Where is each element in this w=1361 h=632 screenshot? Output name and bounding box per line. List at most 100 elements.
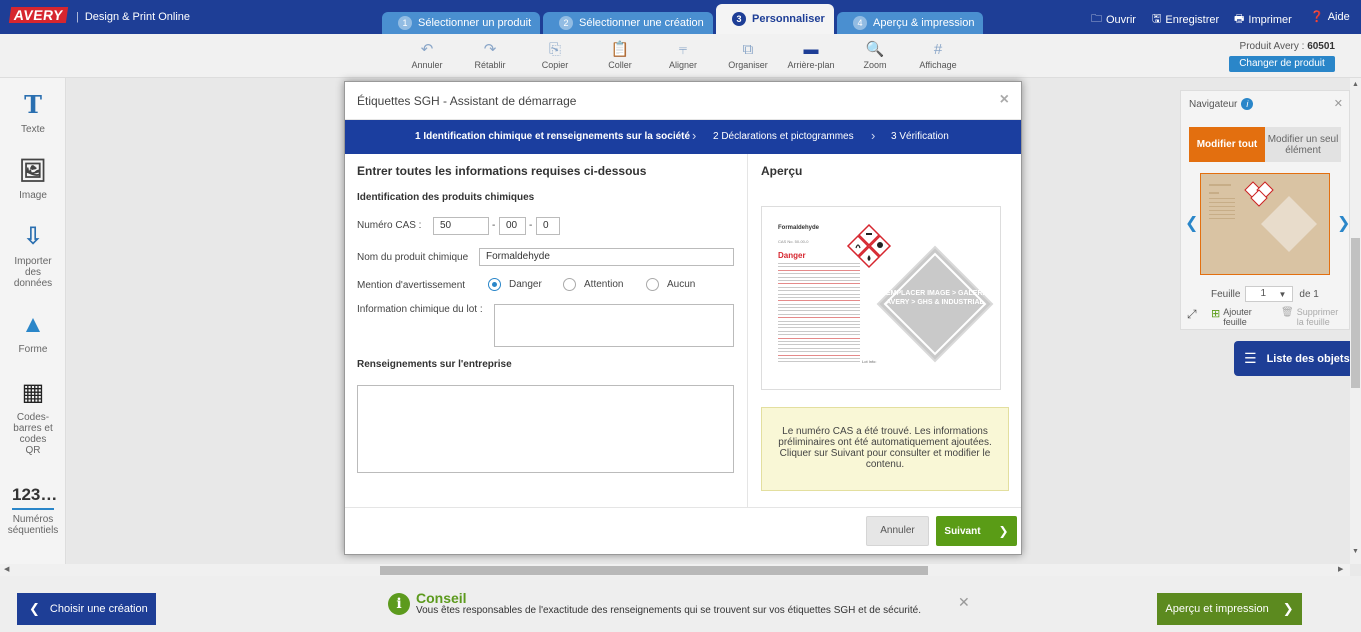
product-name-input[interactable]: Formaldehyde <box>479 248 734 266</box>
ghs-wizard-dialog: Étiquettes SGH - Assistant de démarrage … <box>344 81 1022 555</box>
wizard-step-identification[interactable]: 1 Identification chimique et renseigneme… <box>415 131 690 142</box>
change-product-button[interactable]: Changer de produit <box>1229 56 1335 72</box>
add-sheet-button[interactable]: ⊞ Ajouter feuille <box>1211 307 1257 327</box>
import-data-icon: ⇩ <box>22 223 44 250</box>
cas-part3-input[interactable]: 0 <box>536 217 560 235</box>
cancel-button[interactable]: Annuler <box>866 516 929 546</box>
dialog-title: Étiquettes SGH - Assistant de démarrage <box>357 94 577 108</box>
avery-logo[interactable]: AVERY <box>8 7 69 23</box>
dialog-header: Étiquettes SGH - Assistant de démarrage … <box>345 82 1021 120</box>
background-button[interactable]: ▬ Arrière-plan <box>781 40 841 70</box>
numbers-icon: 123… <box>12 480 57 510</box>
close-icon[interactable]: ✕ <box>1334 97 1343 110</box>
wizard-step-verification[interactable]: 3 Vérification <box>891 131 949 142</box>
sequential-numbers-tool[interactable]: 123… Numéros séquentiels <box>0 480 66 536</box>
company-section-heading: Renseignements sur l'entreprise <box>357 359 512 370</box>
lot-info-textarea[interactable] <box>494 304 734 347</box>
dialog-footer: Annuler Suivant ❯ <box>345 507 1021 555</box>
cas-part2-input[interactable]: 00 <box>499 217 526 235</box>
sheet-thumbnail[interactable] <box>1200 173 1330 275</box>
text-icon: T <box>24 90 42 119</box>
tip-title: Conseil <box>416 590 467 606</box>
radio-attention[interactable]: Attention <box>563 278 623 291</box>
radio-none[interactable]: Aucun <box>646 278 695 291</box>
objects-list-button[interactable]: ☰ Liste des objets <box>1234 341 1350 376</box>
company-info-textarea[interactable] <box>357 385 734 473</box>
horizontal-scroll-thumb[interactable] <box>380 566 928 575</box>
wizard-steps: 1 Identification chimique et renseigneme… <box>345 120 1021 154</box>
trash-icon: 🗑 <box>1281 307 1294 318</box>
zoom-icon: 🔍 <box>865 41 885 58</box>
close-icon[interactable]: × <box>1000 91 1009 109</box>
step-tab-select-design[interactable]: 2 Sélectionner une création <box>543 12 713 34</box>
scroll-down-icon[interactable]: ▼ <box>1352 548 1359 555</box>
chevron-down-icon: ▼ <box>1278 289 1287 299</box>
preview-lot-info: Lot Info: <box>862 359 877 364</box>
chevron-right-icon: ❯ <box>1282 601 1294 616</box>
column-divider <box>747 154 748 507</box>
shape-tool[interactable]: ▲ Forme <box>0 310 66 355</box>
scroll-up-icon[interactable]: ▲ <box>1352 81 1359 88</box>
zoom-button[interactable]: 🔍 Zoom <box>845 40 905 70</box>
chevron-right-icon: › <box>871 128 876 143</box>
open-button[interactable]: 🗀 Ouvrir <box>1091 10 1136 29</box>
radio-danger[interactable]: Danger <box>488 278 542 291</box>
text-tool[interactable]: T Texte <box>0 90 66 135</box>
wizard-step-statements[interactable]: 2 Déclarations et pictogrammes <box>713 131 854 142</box>
save-icon: 🖫 <box>1152 13 1162 25</box>
vertical-scroll-thumb[interactable] <box>1351 238 1360 388</box>
chevron-left-icon[interactable]: ❮ <box>1185 213 1198 233</box>
view-button[interactable]: # Affichage <box>908 40 968 70</box>
copy-button[interactable]: ⎘ Copier <box>525 40 585 70</box>
choose-design-button[interactable]: ❮ Choisir une création <box>17 593 156 625</box>
align-button[interactable]: ⫧ Aligner <box>653 40 713 70</box>
radio-unselected-icon <box>646 278 659 291</box>
print-button[interactable]: 🖶 Imprimer <box>1234 10 1292 29</box>
scroll-right-icon[interactable]: ▶ <box>1338 565 1343 573</box>
warning-label: Mention d'avertissement <box>357 280 466 291</box>
chevron-right-icon: ❯ <box>998 524 1009 538</box>
preview-product-name: Formaldehyde <box>778 225 820 231</box>
import-data-tool[interactable]: ⇩ Importer des données <box>0 222 66 289</box>
arrange-button[interactable]: ⧉ Organiser <box>718 40 778 70</box>
undo-icon: ↶ <box>420 41 434 58</box>
barcode-tool[interactable]: ▦ Codes-barres et codes QR <box>0 378 66 456</box>
chevron-right-icon[interactable]: ❯ <box>1337 213 1350 233</box>
image-tool[interactable]: 🖼 Image <box>0 156 66 201</box>
horizontal-scrollbar[interactable]: ◀ ▶ <box>0 564 1350 576</box>
edit-single-tab[interactable]: Modifier un seul élément <box>1265 127 1341 162</box>
vertical-scrollbar[interactable]: ▲ ▼ <box>1350 78 1361 564</box>
paste-icon: 📋 <box>610 41 630 58</box>
save-button[interactable]: 🖫 Enregistrer <box>1152 10 1219 29</box>
cas-label: Numéro CAS : <box>357 220 422 231</box>
cas-found-notice: Le numéro CAS a été trouvé. Les informat… <box>761 407 1009 491</box>
help-button[interactable]: ❓ Aide <box>1310 10 1350 24</box>
product-info: Produit Avery : 60501 <box>1239 41 1335 52</box>
align-icon: ⫧ <box>678 41 688 58</box>
edit-all-tab[interactable]: Modifier tout <box>1189 127 1265 162</box>
step-tab-customize[interactable]: 3 Personnaliser <box>716 4 834 34</box>
navigator-panel: Navigateur i ✕ Modifier tout Modifier un … <box>1180 90 1350 330</box>
step-tab-preview-print[interactable]: 4 Aperçu & impression <box>837 12 983 34</box>
undo-button[interactable]: ↶ Annuler <box>397 40 457 70</box>
preview-title: Aperçu <box>761 164 803 178</box>
radio-selected-icon <box>488 278 501 291</box>
cas-part1-input[interactable]: 50 <box>433 217 489 235</box>
close-icon[interactable]: ✕ <box>958 594 970 611</box>
redo-button[interactable]: ↷ Rétablir <box>460 40 520 70</box>
product-name-label: Nom du produit chimique <box>357 252 469 263</box>
top-bar: AVERY | Design & Print Online 1 Sélectionn… <box>0 0 1361 34</box>
paste-button[interactable]: 📋 Coller <box>590 40 650 70</box>
print-icon: 🖶 <box>1234 13 1245 25</box>
scroll-left-icon[interactable]: ◀ <box>4 565 9 573</box>
step-tab-select-product[interactable]: 1 Sélectionner un produit <box>382 12 540 34</box>
info-icon[interactable]: i <box>1241 98 1254 110</box>
redo-icon: ↷ <box>483 41 497 58</box>
preview-signal-word: Danger <box>778 251 806 260</box>
app-subtitle: | Design & Print Online <box>76 11 191 23</box>
next-button[interactable]: Suivant ❯ <box>936 516 1017 546</box>
expand-icon[interactable]: ⤢ <box>1187 307 1197 322</box>
replace-image-text: REMPLACER IMAGE > GALERIE AVERY > GHS & … <box>880 290 990 306</box>
delete-sheet-button[interactable]: 🗑 Supprimer la feuille <box>1281 307 1343 327</box>
preview-print-button[interactable]: Aperçu et impression ❯ <box>1157 593 1302 625</box>
